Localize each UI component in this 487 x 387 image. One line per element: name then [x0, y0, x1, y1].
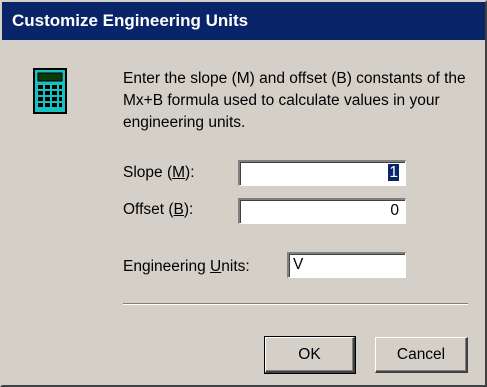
offset-value: 0	[390, 202, 399, 219]
engineering-units-label: Engineering Units:	[123, 258, 250, 275]
offset-label: Offset (B):	[123, 201, 194, 218]
slope-value: 1	[388, 164, 399, 181]
cancel-button[interactable]: Cancel	[375, 337, 468, 373]
instructions-text: Enter the slope (M) and offset (B) const…	[123, 70, 466, 131]
engineering-units-input[interactable]: V	[287, 252, 406, 278]
ok-button[interactable]: OK	[264, 336, 356, 374]
slope-input[interactable]: 1	[238, 160, 406, 186]
dialog-title: Customize Engineering Units	[2, 2, 485, 40]
customize-units-dialog: Customize Engineering Units Enter the sl…	[0, 0, 487, 387]
slope-label: Slope (M):	[123, 164, 195, 181]
units-value: V	[293, 256, 304, 273]
offset-input[interactable]: 0	[238, 198, 406, 224]
divider	[123, 303, 468, 305]
calculator-icon	[33, 68, 67, 114]
